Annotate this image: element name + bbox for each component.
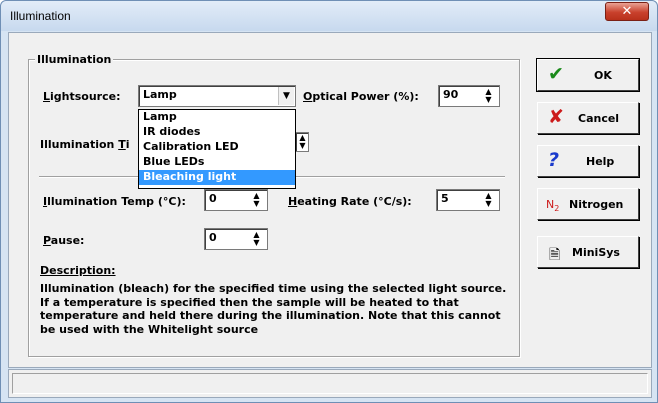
question-mark-icon: ? — [548, 149, 560, 171]
nitrogen-button[interactable]: N2 Nitrogen — [537, 188, 639, 220]
description-text: Illumination (bleach) for the specified … — [40, 282, 507, 336]
heating-rate-value: 5 — [441, 192, 449, 205]
optical-power-label: Optical Power (%): — [303, 90, 419, 103]
ok-button-label: OK — [594, 69, 612, 82]
ok-button[interactable]: ✔ OK — [536, 58, 640, 92]
description-heading: Description: — [40, 264, 116, 277]
spin-down-icon[interactable]: ▼ — [480, 96, 497, 104]
illumination-dialog: Illumination ✕ Illumination Lightsource:… — [0, 0, 658, 403]
illumination-temp-input[interactable]: 0 ▲ ▼ — [204, 189, 268, 211]
spin-down-icon[interactable]: ▼ — [248, 200, 265, 208]
minisys-button-label: MiniSys — [572, 246, 620, 259]
lightsource-dropdown[interactable]: Lamp ▼ — [138, 85, 296, 107]
cancel-button[interactable]: ✘ Cancel — [537, 102, 639, 134]
spin-down-icon[interactable]: ▼ — [248, 239, 265, 247]
heating-rate-label: Heating Rate (°C/s): — [288, 195, 412, 208]
lightsource-value: Lamp — [143, 88, 177, 101]
window-title: Illumination — [10, 9, 71, 23]
status-bar — [8, 369, 652, 398]
list-item[interactable]: IR diodes — [139, 125, 295, 140]
chevron-down-icon[interactable]: ▼ — [278, 87, 294, 105]
title-bar: Illumination ✕ — [1, 1, 657, 31]
list-item-selected[interactable]: Bleaching light — [139, 170, 295, 185]
help-button[interactable]: ? Help — [537, 145, 639, 177]
close-icon: ✕ — [621, 4, 633, 19]
spin-down-icon[interactable]: ▼ — [480, 200, 497, 208]
close-button[interactable]: ✕ — [605, 2, 649, 21]
x-mark-icon: ✘ — [548, 106, 564, 128]
pause-input[interactable]: 0 ▲ ▼ — [204, 228, 268, 250]
checkmark-icon: ✔ — [548, 63, 564, 85]
list-item[interactable]: Calibration LED — [139, 140, 295, 155]
nitrogen-button-label: Nitrogen — [569, 198, 624, 211]
groupbox-title: Illumination — [35, 53, 114, 66]
cancel-button-label: Cancel — [578, 112, 620, 125]
optical-power-value: 90 — [443, 88, 459, 101]
help-button-label: Help — [586, 155, 615, 168]
optical-power-input[interactable]: 90 ▲ ▼ — [438, 85, 500, 107]
illumination-time-label: Illumination Ti — [40, 138, 130, 151]
minisys-button[interactable]: 🗎 MiniSys — [537, 236, 639, 268]
illumination-time-spinner[interactable]: ▲ ▼ — [295, 132, 309, 152]
lightsource-label: Lightsource: — [43, 90, 121, 103]
nitrogen-icon: N2 — [546, 198, 560, 214]
illumination-temp-value: 0 — [209, 192, 217, 205]
pause-value: 0 — [209, 231, 217, 244]
illumination-temp-label: Illumination Temp (°C): — [43, 195, 186, 208]
pause-label: Pause: — [43, 234, 85, 247]
document-icon: 🗎 — [549, 247, 561, 263]
heating-rate-input[interactable]: 5 ▲ ▼ — [436, 189, 500, 211]
status-panel — [12, 373, 648, 394]
spin-down-icon[interactable]: ▼ — [294, 142, 311, 150]
lightsource-options-list[interactable]: Lamp IR diodes Calibration LED Blue LEDs… — [138, 109, 296, 189]
list-item[interactable]: Blue LEDs — [139, 155, 295, 170]
list-item[interactable]: Lamp — [139, 110, 295, 125]
